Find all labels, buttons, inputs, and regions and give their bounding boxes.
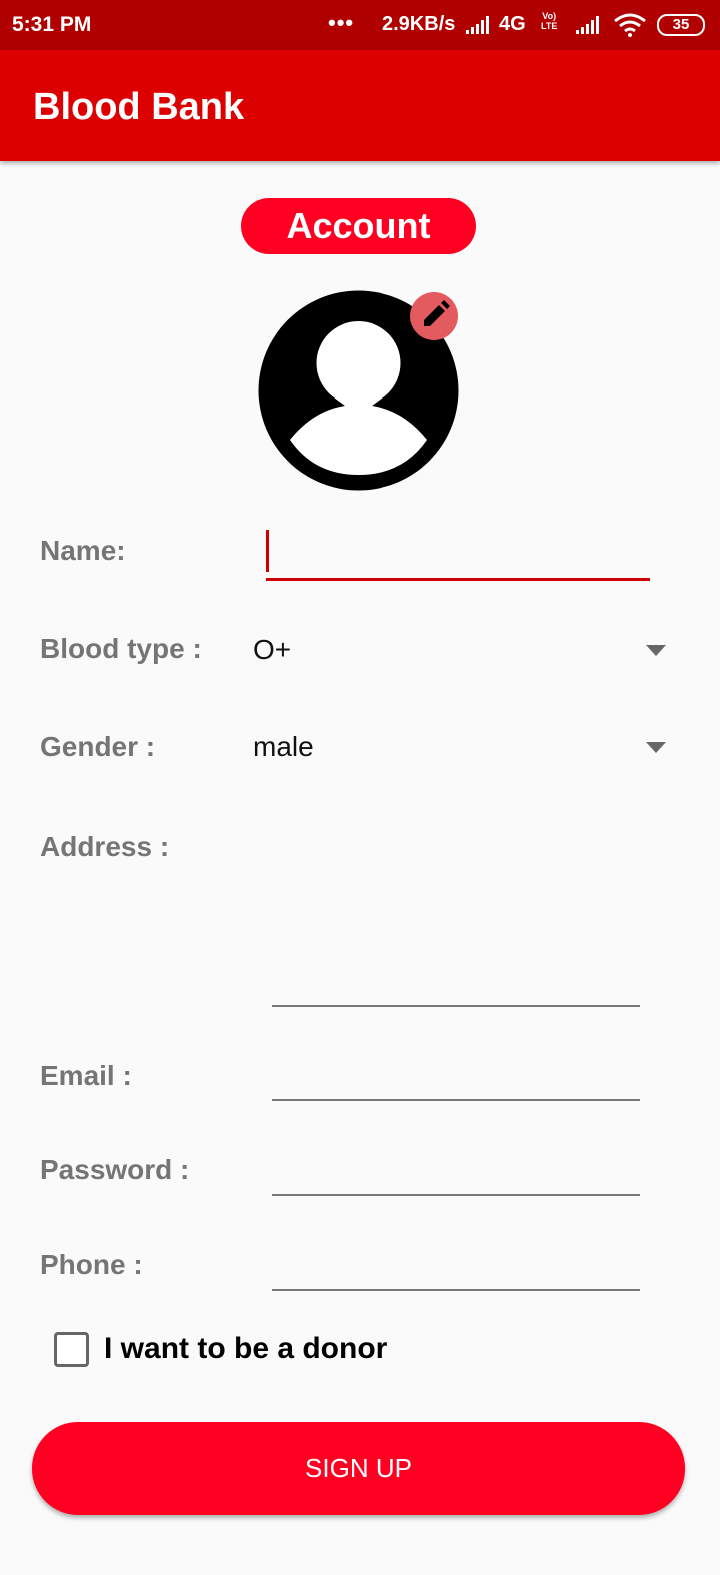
sign-up-button[interactable]: SIGN UP [32, 1422, 685, 1515]
gender-select[interactable]: male [253, 731, 314, 763]
password-label: Password : [40, 1154, 190, 1185]
gender-dropdown-icon[interactable] [646, 742, 666, 753]
donor-checkbox[interactable] [54, 1332, 89, 1367]
address-input[interactable] [272, 1005, 640, 1007]
donor-checkbox-label[interactable]: I want to be a donor [104, 1332, 387, 1366]
volte-top: Vo) [542, 11, 557, 21]
signal-icon [466, 16, 489, 34]
gender-label: Gender : [40, 731, 156, 762]
battery-icon: 35 [657, 14, 705, 36]
email-label: Email : [40, 1060, 132, 1091]
status-time: 5:31 PM [12, 13, 92, 36]
volte-bottom: LTE [541, 21, 558, 31]
phone-input[interactable] [272, 1289, 640, 1291]
signal-icon-2 [576, 16, 599, 34]
blood-type-label: Blood type : [40, 633, 202, 664]
status-bar: 5:31 PM ••• 2.9KB/s 4G Vo) LTE 35 [0, 0, 720, 50]
network-speed: 2.9KB/s [382, 13, 456, 35]
volte-icon: Vo) LTE [541, 11, 557, 31]
app-bar: Blood Bank [0, 50, 720, 161]
app-title: Blood Bank [33, 86, 245, 128]
blood-type-select[interactable]: O+ [253, 634, 291, 666]
account-heading: Account [241, 198, 476, 254]
wifi-icon [614, 13, 646, 37]
text-caret [266, 530, 269, 572]
phone-label: Phone : [40, 1249, 143, 1280]
blood-type-dropdown-icon[interactable] [646, 645, 666, 656]
password-input[interactable] [272, 1194, 640, 1196]
notification-dots: ••• [328, 10, 355, 35]
edit-avatar-button[interactable] [410, 292, 458, 340]
email-input[interactable] [272, 1099, 640, 1101]
pencil-icon [424, 300, 450, 326]
name-label: Name: [40, 535, 126, 566]
address-label: Address : [40, 831, 170, 862]
name-input[interactable] [266, 528, 650, 581]
network-type: 4G [499, 13, 526, 35]
